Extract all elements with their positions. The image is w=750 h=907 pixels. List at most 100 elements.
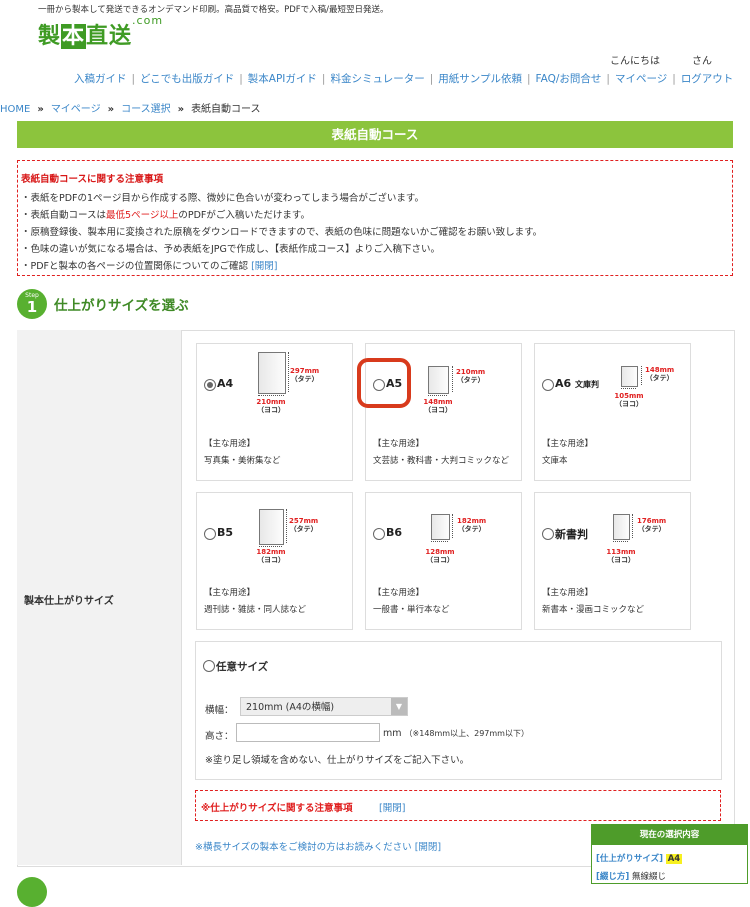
width-value: 128mm <box>425 548 455 556</box>
size-card-a4[interactable]: A4 297mm （タテ） 210mm （ヨコ） 【主な用途】 写真集・美術集など <box>196 343 353 481</box>
selection-binding-value: 無線綴じ <box>631 872 666 882</box>
breadcrumb-course-select[interactable]: コース選択 <box>121 104 171 115</box>
width-dim-line <box>621 388 636 389</box>
custom-size-card: 任意サイズ 横幅： 210mm (A4の横幅) ▼ 高さ： mm （※148mm以… <box>195 641 722 780</box>
nav-mypage[interactable]: マイページ <box>615 73 667 85</box>
use-text-shinsho: 新書本・漫画コミックなど <box>542 605 645 615</box>
width-dim: 128mm （ヨコ） <box>422 548 458 564</box>
height-dim: 182mm （タテ） <box>457 517 486 533</box>
use-text-b5: 週刊誌・雑誌・同人誌など <box>204 605 307 615</box>
nav-price-simulator[interactable]: 料金シミュレーター <box>330 73 424 85</box>
width-label: （ヨコ） <box>424 406 452 414</box>
breadcrumb-home[interactable]: HOME <box>0 104 30 115</box>
use-label: 【主な用途】 <box>204 439 256 449</box>
size-card-b5[interactable]: B5 257mm （タテ） 182mm （ヨコ） 【主な用途】 週刊誌・雑誌・同人誌… <box>196 492 353 630</box>
width-select[interactable]: 210mm (A4の横幅) ▼ <box>240 697 408 716</box>
notice-toggle-link[interactable]: [開閉] <box>251 261 277 272</box>
custom-size-title: 任意サイズ <box>216 661 269 673</box>
selection-binding-key[interactable]: [綴じ方] <box>596 872 629 882</box>
height-value: 297mm <box>290 367 320 375</box>
notice-title: 表紙自動コースに関する注意事項 <box>21 174 164 185</box>
width-value: 113mm <box>606 548 636 556</box>
book-icon <box>258 352 286 394</box>
radio-a6[interactable] <box>542 379 554 391</box>
width-dim: 182mm （ヨコ） <box>253 548 289 564</box>
height-unit: mm （※148mm以上、297mm以下） <box>383 728 529 739</box>
nav-faq[interactable]: FAQ/お問合せ <box>536 73 602 85</box>
use-text-b6: 一般書・単行本など <box>373 605 450 615</box>
size-card-a6[interactable]: A6 文庫判 148mm （タテ） 105mm （ヨコ） 【主な用途】 文庫本 <box>534 343 691 481</box>
height-dim: 148mm （タテ） <box>645 366 674 382</box>
width-dim: 148mm （ヨコ） <box>420 398 456 414</box>
height-dim: 210mm （タテ） <box>456 368 485 384</box>
size-name-shinsho: 新書判 <box>555 528 588 541</box>
step-1-badge: Step 1 <box>17 289 47 319</box>
notice-line-2-pre: ・表紙自動コースは <box>21 210 107 221</box>
height-field-label: 高さ： <box>205 731 234 742</box>
notice-line-2-highlight: 最低5ページ以上 <box>106 210 179 221</box>
size-notice-box: ※仕上がりサイズに関する注意事項 [開閉] <box>195 790 721 821</box>
width-value: 182mm <box>256 548 286 556</box>
site-tagline: 一冊から製本して発送できるオンデマンド印刷。高品質で格安。PDFで入稿/最短翌日… <box>38 5 389 15</box>
book-icon <box>431 514 450 540</box>
selection-size-key[interactable]: [仕上がりサイズ] <box>596 854 663 864</box>
size-name-b5: B5 <box>217 526 234 539</box>
nav-nyuko-guide[interactable]: 入稿ガイド <box>74 73 127 85</box>
notice-line-2: ・表紙自動コースは最低5ページ以上のPDFがご入稿いただけます。 <box>21 207 310 221</box>
width-value: 148mm <box>423 398 453 406</box>
radio-a4[interactable] <box>204 379 216 391</box>
notice-line-4: ・色味の違いが気になる場合は、予め表紙をJPGで作成し、【表紙作成コース】よりご… <box>21 244 440 255</box>
use-text-a5: 文芸誌・教科書・大判コミックなど <box>373 456 510 466</box>
size-notice-toggle[interactable]: [開閉] <box>379 800 405 814</box>
width-field-label: 横幅： <box>205 705 234 716</box>
height-dim-line <box>288 352 289 392</box>
size-name-a6-main: A6 <box>555 377 572 390</box>
landscape-size-note-link[interactable]: ※横長サイズの製本をご検討の方はお読みください [開閉] <box>195 839 441 853</box>
selection-panel-title: 現在の選択内容 <box>592 825 747 845</box>
size-card-b6[interactable]: B6 182mm （タテ） 128mm （ヨコ） 【主な用途】 一般書・単行本など <box>365 492 522 630</box>
logo-char-rest: 直送 <box>86 24 133 49</box>
width-label: （ヨコ） <box>426 556 454 564</box>
page-title: 表紙自動コース <box>17 121 733 148</box>
size-row-label: 製本仕上がりサイズ <box>24 596 114 607</box>
radio-b6[interactable] <box>373 528 385 540</box>
height-value: 176mm <box>637 517 667 525</box>
logo-char-box: 本 <box>61 24 87 49</box>
width-dim-line <box>259 546 282 547</box>
radio-b5[interactable] <box>204 528 216 540</box>
main-nav: 入稿ガイド | どこでも出版ガイド | 製本APIガイド | 料金シミュレーター | 用紙サンプ… <box>74 71 733 86</box>
nav-separator: | <box>672 73 676 85</box>
width-dim: 113mm （ヨコ） <box>603 548 639 564</box>
nav-separator: | <box>321 73 326 85</box>
height-value: 210mm <box>456 368 486 376</box>
nav-paper-sample[interactable]: 用紙サンプル依頼 <box>438 73 522 85</box>
notice-line-5-text: ・PDFと製本の各ページの位置関係についてのご確認 <box>21 261 249 272</box>
breadcrumb-mypage[interactable]: マイページ <box>51 104 101 115</box>
height-dim-line <box>452 514 453 538</box>
width-label: （ヨコ） <box>257 406 285 414</box>
size-card-shinsho[interactable]: 新書判 176mm （タテ） 113mm （ヨコ） 【主な用途】 新書本・漫画コミッ… <box>534 492 691 630</box>
width-label: （ヨコ） <box>615 400 643 408</box>
height-dim: 297mm （タテ） <box>290 367 319 383</box>
greeting-suffix: さん <box>692 56 712 67</box>
nav-logout[interactable]: ログアウト <box>681 73 734 85</box>
nav-api-guide[interactable]: 製本APIガイド <box>248 73 317 85</box>
width-label: （ヨコ） <box>607 556 635 564</box>
site-logo[interactable]: 製本直送.com <box>38 14 163 50</box>
width-label: （ヨコ） <box>257 556 285 564</box>
notice-line-5: ・PDFと製本の各ページの位置関係についてのご確認 [開閉] <box>21 258 278 272</box>
highlight-annotation <box>357 358 411 408</box>
width-dim: 210mm （ヨコ） <box>253 398 289 414</box>
chevron-down-icon: ▼ <box>391 698 407 715</box>
breadcrumb-sep: » <box>177 104 185 115</box>
height-input[interactable] <box>236 723 380 742</box>
nav-separator: | <box>429 73 434 85</box>
nav-publish-guide[interactable]: どこでも出版ガイド <box>140 73 234 85</box>
height-value: 182mm <box>457 517 487 525</box>
radio-custom[interactable] <box>203 660 215 672</box>
width-dim-line <box>613 541 628 542</box>
unit-text: mm <box>383 728 402 739</box>
radio-shinsho[interactable] <box>542 528 554 540</box>
breadcrumb: HOME » マイページ » コース選択 » 表紙自動コース <box>0 100 261 115</box>
logo-char-1: 製 <box>38 24 62 49</box>
